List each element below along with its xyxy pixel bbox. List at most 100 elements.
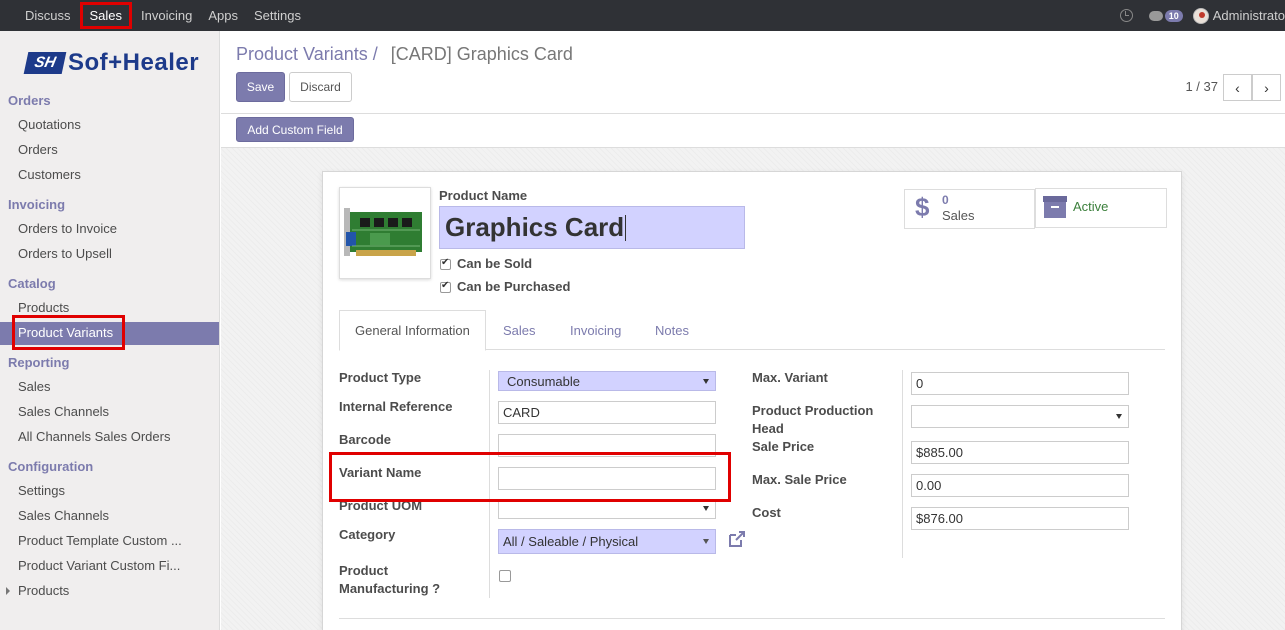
max-variant-input[interactable]: 0 xyxy=(911,372,1129,395)
graphics-card-image xyxy=(344,208,422,256)
sidebar-item-products[interactable]: Products xyxy=(18,300,69,315)
sidebar-item-sales-channels[interactable]: Sales Channels xyxy=(18,404,109,419)
category-select[interactable]: All / Saleable / Physical xyxy=(498,529,716,554)
sidebar-item-settings[interactable]: Settings xyxy=(18,483,65,498)
product-manufacturing-label-line2: Manufacturing ? xyxy=(339,581,441,596)
menu-settings[interactable]: Settings xyxy=(246,0,309,31)
dropdown-arrow-icon xyxy=(703,506,709,511)
pager-value[interactable]: 1 / 37 xyxy=(1185,79,1218,94)
add-custom-field-button[interactable]: Add Custom Field xyxy=(236,117,354,142)
menu-discuss[interactable]: Discuss xyxy=(17,0,79,31)
max-sale-price-value: 0.00 xyxy=(916,478,942,493)
form-background: Product Name Graphics Card Can be Sold C… xyxy=(221,148,1285,630)
chevron-right-icon: › xyxy=(1264,79,1269,96)
sidebar-item-product-template-custom[interactable]: Product Template Custom ... xyxy=(18,533,182,548)
sidebar-item-config-sales-channels[interactable]: Sales Channels xyxy=(18,508,109,523)
sidebar-item-all-channels-sales-orders[interactable]: All Channels Sales Orders xyxy=(18,429,170,444)
pager-next-button[interactable]: › xyxy=(1252,74,1281,101)
category-value: All / Saleable / Physical xyxy=(503,534,639,549)
sidebar-item-product-variant-custom[interactable]: Product Variant Custom Fi... xyxy=(18,558,180,573)
studio-toolbar: Add Custom Field xyxy=(221,114,1285,148)
can-be-purchased-label: Can be Purchased xyxy=(457,279,571,294)
internal-reference-value: CARD xyxy=(503,405,540,420)
max-sale-price-input[interactable]: 0.00 xyxy=(911,474,1129,497)
top-navbar: Discuss Sales Invoicing Apps Settings 10… xyxy=(0,0,1285,31)
menu-invoicing[interactable]: Invoicing xyxy=(133,0,200,31)
sidebar-item-orders-to-invoice[interactable]: Orders to Invoice xyxy=(18,221,117,236)
user-menu[interactable]: Administrato xyxy=(1213,8,1285,23)
control-panel: Product Variants / [CARD] Graphics Card … xyxy=(221,31,1285,114)
product-name-label: Product Name xyxy=(439,188,528,203)
sales-stat-button[interactable]: $ 0 Sales xyxy=(904,189,1035,229)
product-uom-label: Product UOM xyxy=(339,498,423,513)
dollar-icon: $ xyxy=(915,192,930,222)
sidebar-section-orders: Orders xyxy=(8,93,51,108)
message-count-badge: 10 xyxy=(1164,9,1183,22)
cost-input[interactable]: $876.00 xyxy=(911,507,1129,530)
internal-reference-input[interactable]: CARD xyxy=(498,401,716,424)
sidebar-section-catalog: Catalog xyxy=(8,276,56,291)
discard-button[interactable]: Discard xyxy=(289,72,352,102)
sidebar-section-invoicing: Invoicing xyxy=(8,197,66,212)
sidebar-item-quotations[interactable]: Quotations xyxy=(18,117,81,132)
tab-invoicing[interactable]: Invoicing xyxy=(570,310,621,350)
product-manufacturing-checkbox[interactable] xyxy=(499,570,511,582)
active-stat-label: Active xyxy=(1073,199,1109,214)
internal-reference-label: Internal Reference xyxy=(339,399,453,414)
archive-icon xyxy=(1043,196,1067,218)
can-be-purchased-checkbox[interactable] xyxy=(440,280,451,293)
sidebar-item-config-products[interactable]: Products xyxy=(18,583,69,598)
breadcrumb-parent-link[interactable]: Product Variants xyxy=(236,44,368,64)
can-be-sold-label: Can be Sold xyxy=(457,256,533,271)
logo-mark: SH xyxy=(23,52,67,74)
tab-sales[interactable]: Sales xyxy=(503,310,536,350)
active-toggle-button[interactable]: Active xyxy=(1035,188,1167,228)
notebook-tabs: General Information Sales Invoicing Note… xyxy=(339,310,1165,351)
tab-notes[interactable]: Notes xyxy=(655,310,689,350)
category-label: Category xyxy=(339,527,396,542)
caret-right-icon[interactable] xyxy=(6,587,10,595)
tab-general-information[interactable]: General Information xyxy=(339,310,486,351)
cost-value: $876.00 xyxy=(916,511,963,526)
sidebar-item-orders-to-upsell[interactable]: Orders to Upsell xyxy=(18,246,112,261)
sidebar-item-orders[interactable]: Orders xyxy=(18,142,58,157)
pager-previous-button[interactable]: ‹ xyxy=(1223,74,1252,101)
external-link-icon[interactable] xyxy=(727,529,747,549)
activity-clock-icon[interactable] xyxy=(1119,9,1133,22)
dropdown-arrow-icon xyxy=(703,379,709,384)
right-column-divider xyxy=(902,370,903,558)
cost-label: Cost xyxy=(752,505,781,520)
sidebar-item-product-variants[interactable]: Product Variants xyxy=(18,325,113,340)
sidebar-item-customers[interactable]: Customers xyxy=(18,167,81,182)
sidebar-item-sales[interactable]: Sales xyxy=(18,379,51,394)
variant-name-input[interactable] xyxy=(498,467,716,490)
product-image[interactable] xyxy=(339,187,431,279)
production-head-select[interactable] xyxy=(911,405,1129,428)
brand-logo: SH Sof+Healer xyxy=(23,49,200,77)
sidebar-section-reporting: Reporting xyxy=(8,355,70,370)
barcode-input[interactable] xyxy=(498,434,716,457)
barcode-label: Barcode xyxy=(339,432,392,447)
messages-icon[interactable] xyxy=(1148,10,1163,21)
save-button[interactable]: Save xyxy=(236,72,285,102)
product-uom-select[interactable] xyxy=(498,500,716,519)
product-name-input[interactable]: Graphics Card xyxy=(439,206,745,249)
product-manufacturing-label-line1: Product xyxy=(339,563,389,578)
dropdown-arrow-icon xyxy=(1116,414,1122,419)
text-cursor xyxy=(625,214,627,241)
sale-price-input[interactable]: $885.00 xyxy=(911,441,1129,464)
sales-stat-count: 0 xyxy=(942,193,949,207)
can-be-sold-checkbox[interactable] xyxy=(440,257,451,270)
chevron-left-icon: ‹ xyxy=(1235,79,1240,96)
variant-name-label: Variant Name xyxy=(339,465,422,480)
sales-stat-label: Sales xyxy=(942,208,975,223)
app-menu: Discuss Sales Invoicing Apps Settings xyxy=(0,0,309,31)
product-type-select[interactable]: Consumable xyxy=(498,371,716,391)
production-head-label-line1: Product Production xyxy=(752,403,874,418)
menu-apps[interactable]: Apps xyxy=(200,0,246,31)
breadcrumb-current: [CARD] Graphics Card xyxy=(390,44,573,64)
dropdown-arrow-icon xyxy=(703,539,709,544)
menu-sales[interactable]: Sales xyxy=(79,2,133,29)
logo-text: Sof+Healer xyxy=(68,49,200,76)
user-avatar[interactable] xyxy=(1192,7,1209,24)
